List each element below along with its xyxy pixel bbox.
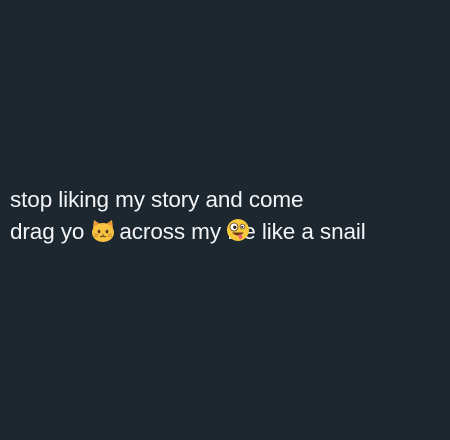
post-line-2-text-b: across my f [119, 219, 234, 244]
post-line-2-text-a: drag yo [10, 219, 85, 244]
zany-face-icon [226, 218, 250, 242]
post-card: stop liking my story and come drag yo ac… [0, 0, 450, 440]
post-text: stop liking my story and come drag yo ac… [10, 184, 446, 248]
post-line-1: stop liking my story and come [10, 187, 304, 212]
post-line-2-text-c: e like a snail [243, 219, 366, 244]
post-line-2: drag yo across my f e like a snail [10, 216, 446, 248]
cat-face-icon [90, 219, 116, 243]
